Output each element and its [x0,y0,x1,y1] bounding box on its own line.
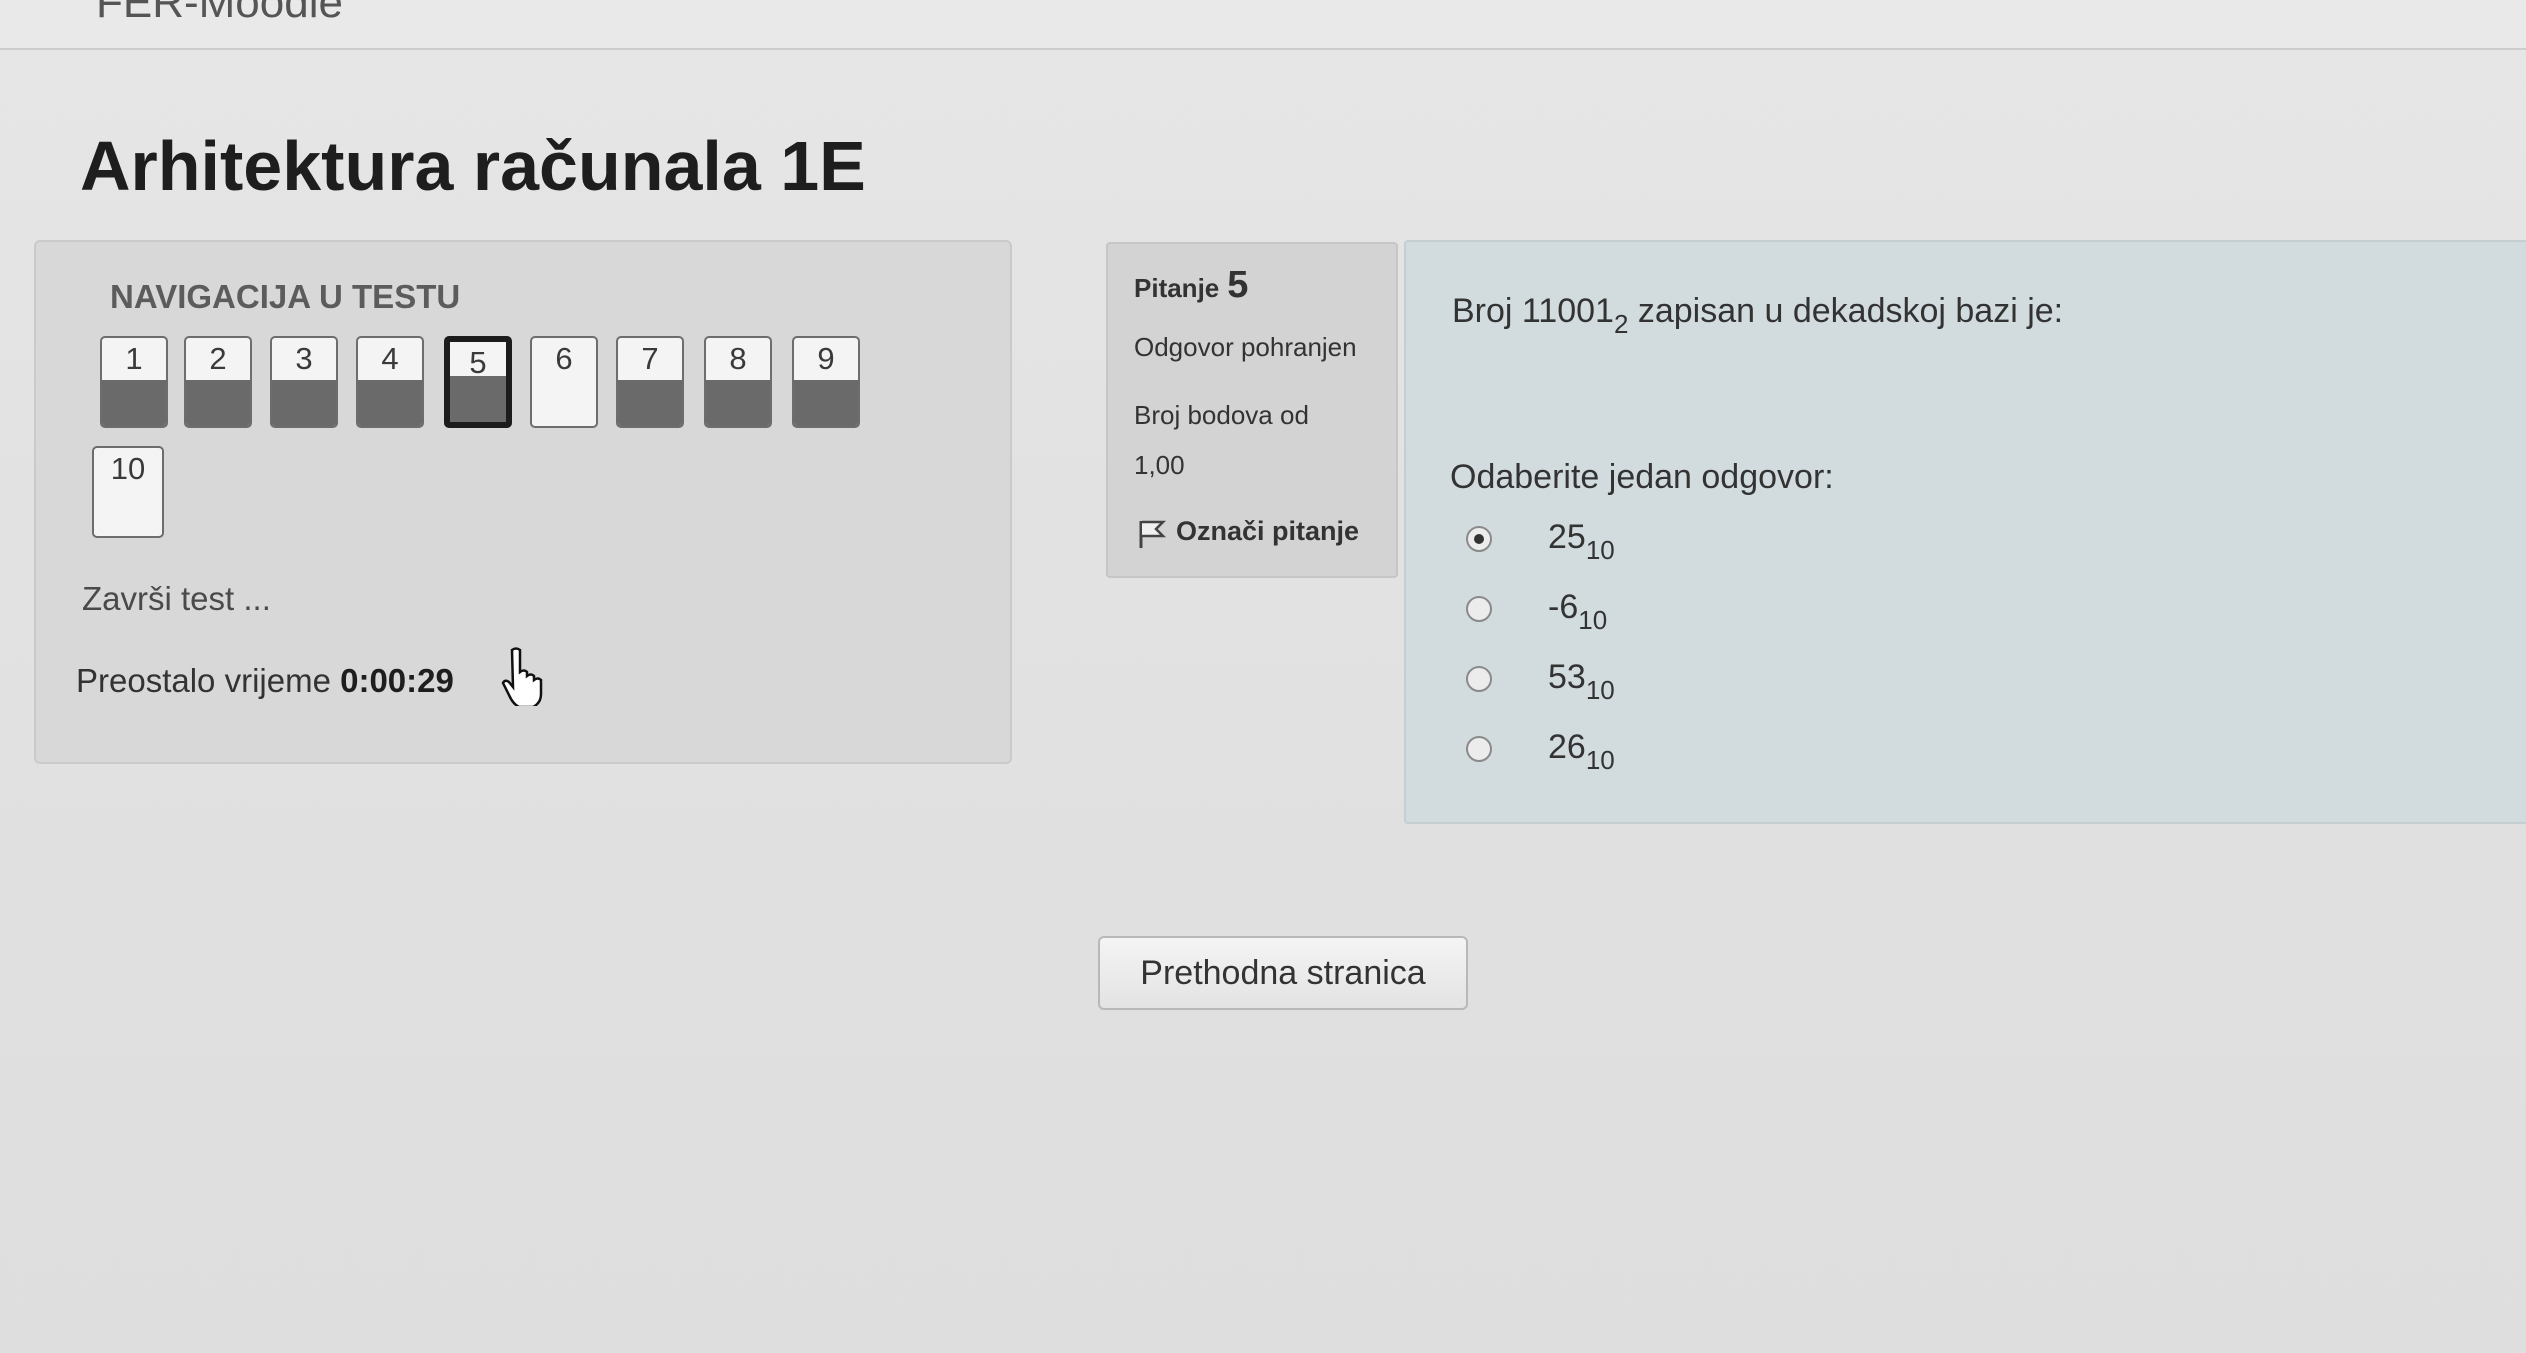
question-nav-button-10[interactable]: 10 [92,446,164,538]
nav-heading: NAVIGACIJA U TESTU [110,278,461,315]
question-nav-button-9[interactable]: 9 [792,336,860,428]
question-nav-number: 3 [295,341,313,376]
option-base: 10 [1578,605,1608,635]
question-nav-number: 7 [641,341,659,376]
question-panel: Broj 110012 zapisan u dekadskoj bazi je:… [1404,240,2526,824]
option-base: 10 [1585,675,1615,705]
question-label: Pitanje [1134,273,1220,303]
answer-radio-1[interactable] [1466,526,1492,552]
question-nav-number: 9 [817,341,835,376]
answer-status: Odgovor pohranjen [1134,332,1357,362]
finish-test-link[interactable]: Završi test ... [82,580,271,618]
answer-prompt: Odaberite jedan odgovor: [1450,458,1834,496]
site-name[interactable]: FER-Moodle [96,0,343,28]
question-nav-button-1[interactable]: 1 [100,336,168,428]
question-nav-number: 2 [209,341,227,376]
question-nav-button-2[interactable]: 2 [184,336,252,428]
points-label: Broj bodova od [1134,400,1309,430]
quiz-navigation: NAVIGACIJA U TESTU 1 2 3 4 5 6 7 8 9 10 … [34,240,1012,764]
question-nav-button-8[interactable]: 8 [704,336,772,428]
time-left: Preostalo vrijeme 0:00:29 [76,662,454,700]
question-text-start: Broj 11001 [1452,292,1614,330]
option-value: 25 [1548,518,1586,556]
top-bar: FER-Moodle [0,0,2526,50]
question-nav-button-5[interactable]: 5 [444,336,512,428]
question-nav-button-6[interactable]: 6 [530,336,598,428]
question-nav-number: 8 [729,341,747,376]
points-value: 1,00 [1134,450,1185,480]
time-left-label: Preostalo vrijeme [76,662,331,699]
answer-option-3[interactable]: 5310 [1548,658,1615,706]
answer-radio-2[interactable] [1466,596,1492,622]
option-value: -6 [1548,588,1579,626]
previous-page-button[interactable]: Prethodna stranica [1098,936,1468,1010]
question-text-end: zapisan u dekadskoj bazi je: [1628,292,2064,330]
answer-radio-3[interactable] [1466,666,1492,692]
time-left-value: 0:00:29 [340,662,454,699]
option-base: 10 [1585,745,1615,775]
page-title: Arhitektura računala 1E [80,127,866,205]
question-nav-number: 10 [110,451,146,486]
option-value: 53 [1548,658,1586,696]
option-value: 26 [1548,728,1586,766]
answer-radio-4[interactable] [1466,736,1492,762]
question-text-base: 2 [1613,309,1629,339]
hand-cursor-icon [501,647,543,706]
question-number: Pitanje 5 [1134,264,1248,307]
question-nav-button-4[interactable]: 4 [356,336,424,428]
question-info: Pitanje 5 Odgovor pohranjen Broj bodova o… [1106,242,1398,578]
question-nav-button-7[interactable]: 7 [616,336,684,428]
question-nav-number: 1 [125,341,143,376]
option-base: 10 [1585,535,1615,565]
flag-question-link[interactable]: Označi pitanje [1176,516,1359,547]
flag-icon[interactable] [1136,518,1168,550]
answer-option-1[interactable]: 2510 [1548,518,1615,566]
question-nav-number: 6 [555,341,573,376]
question-nav-number: 4 [381,341,399,376]
question-number-value: 5 [1227,264,1249,306]
answer-option-4[interactable]: 2610 [1548,728,1615,776]
question-text: Broj 110012 zapisan u dekadskoj bazi je: [1452,292,2063,340]
answer-option-2[interactable]: -610 [1548,588,1607,636]
question-nav-button-3[interactable]: 3 [270,336,338,428]
